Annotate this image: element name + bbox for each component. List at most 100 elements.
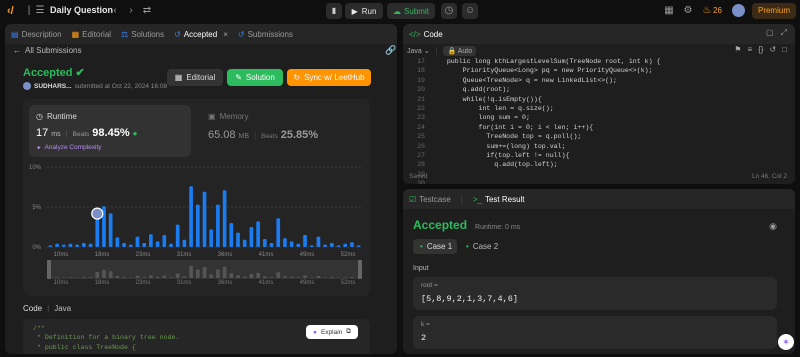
submit-button[interactable]: ☁ Submit [387,3,435,19]
code-line[interactable]: for(int i = 0; i < len; i++){ [431,123,791,132]
user-avatar[interactable] [23,82,31,90]
code-line[interactable]: public long kthLargestLevelSum(TreeNode … [431,57,791,66]
runtime-bar[interactable] [236,232,240,247]
runtime-bar[interactable] [242,239,247,247]
runtime-bar[interactable] [122,243,126,247]
editorial-button[interactable]: ▦ Editorial [167,69,223,86]
avatar[interactable] [732,4,745,17]
premium-button[interactable]: Premium [752,3,796,19]
runtime-bar[interactable] [323,244,327,247]
share-link-icon[interactable]: 🔗 [385,45,396,56]
runtime-bar[interactable] [48,245,53,247]
runtime-bar[interactable] [222,190,227,247]
runtime-bar[interactable] [155,241,160,247]
code-line[interactable]: while(!q.isEmpty()){ [431,95,791,104]
runtime-bar[interactable] [336,245,341,247]
runtime-bar[interactable] [88,243,93,247]
code-line[interactable]: q.add(root); [431,85,791,94]
leetcode-logo-icon[interactable]: ‹/ [7,4,19,18]
memory-label[interactable]: ▣ Memory [208,112,248,121]
runtime-bar[interactable] [82,243,86,247]
runtime-bar[interactable] [135,236,140,247]
runtime-bar[interactable] [356,245,361,247]
view-eye-icon[interactable]: ◉ [769,221,777,232]
code-line[interactable]: Queue<TreeNode> q = new LinkedList<>(); [431,76,791,85]
tab-accepted[interactable]: ↺ Accepted × [174,30,228,39]
runtime-distribution-chart[interactable]: 10% 5% 0% 10ms 10ms 18ms 18ms 23ms 23ms 31ms 31ms 3… [23,159,370,296]
runtime-bar[interactable] [296,243,301,247]
runtime-bar[interactable] [195,204,200,247]
tab-editorial[interactable]: ▦ Editorial [72,30,111,39]
code-line[interactable]: long sum = 0; [431,113,791,122]
copy-icon[interactable]: ⧉ [346,328,351,336]
debug-button[interactable]: ▮ [326,3,342,19]
runtime-bar[interactable] [229,223,234,247]
runtime-card[interactable]: ◷ Runtime 17 ms | Beats 98.45% ● ✦ Analyze… [29,105,191,157]
maximize-icon[interactable]: ▢ [766,28,774,38]
runtime-bar[interactable] [55,243,59,247]
runtime-bar[interactable] [209,229,214,247]
fullscreen-icon[interactable]: ⤢ [781,28,787,38]
problem-list-icon[interactable]: ☰ [33,4,47,18]
run-button[interactable]: ▶ Run [345,3,383,19]
sync-leethub-button[interactable]: ↻ Sync w/ LeetHub [287,69,371,86]
runtime-bar[interactable] [149,234,153,247]
format-icon[interactable]: ≡ [747,45,752,54]
runtime-bar[interactable] [289,241,294,247]
code-line[interactable]: q.add(top.left); [431,160,791,169]
close-icon[interactable]: × [223,30,228,39]
settings-gear-icon[interactable]: ⚙ [681,4,695,18]
runtime-bar[interactable] [75,244,80,247]
settings-icon[interactable]: □ [782,45,787,54]
runtime-bar[interactable] [249,227,254,247]
explain-button[interactable]: ● Explain ⧉ [306,325,358,339]
runtime-bar[interactable] [189,186,193,247]
runtime-bar[interactable] [276,218,281,247]
tab-code[interactable]: </> Code [409,30,443,39]
analyze-complexity-link[interactable]: ✦ Analyze Complexity [36,144,102,152]
runtime-bar[interactable] [303,235,307,247]
solution-button[interactable]: ✎ Solution [227,69,283,86]
language-select[interactable]: Java ⌄ [407,47,430,55]
notes-icon[interactable]: ◷ [441,3,457,19]
runtime-bar[interactable] [316,236,321,247]
code-line[interactable]: TreeNode top = q.poll(); [431,132,791,141]
runtime-bar[interactable] [262,239,267,247]
runtime-bar[interactable] [108,213,113,247]
runtime-bar[interactable] [68,243,73,247]
page-title[interactable]: Daily Question [50,5,113,15]
runtime-bar[interactable] [182,239,187,247]
runtime-bar[interactable] [95,216,100,247]
layout-icon[interactable]: ▦ [662,4,676,18]
tab-test-result[interactable]: >_ Test Result [473,195,525,204]
runtime-bar[interactable] [216,204,220,247]
bookmark-icon[interactable]: ⚑ [734,45,741,54]
runtime-bar[interactable] [115,237,120,247]
runtime-bar[interactable] [162,235,167,247]
tab-solutions[interactable]: ⚖ Solutions [121,30,164,39]
next-problem-icon[interactable]: › [124,4,138,18]
runtime-bar[interactable] [128,244,133,247]
runtime-bar[interactable] [269,243,274,247]
runtime-bar[interactable] [202,191,207,247]
case-2-tab[interactable]: • Case 2 [461,239,505,254]
case-1-tab[interactable]: • Case 1 [413,239,457,254]
runtime-bar[interactable] [283,238,287,247]
runtime-bar[interactable] [175,224,180,247]
all-submissions-link[interactable]: ← All Submissions [13,46,81,55]
runtime-bar[interactable] [61,244,66,247]
code-line[interactable]: PriorityQueue<Long> pq = new PriorityQue… [431,66,791,75]
auto-mode-toggle[interactable]: 🔒 Auto [443,46,477,56]
runtime-bar[interactable] [169,243,173,247]
runtime-bar[interactable] [142,243,147,247]
code-line[interactable]: int len = q.size(); [431,104,791,113]
tab-description[interactable]: ▤ Description [11,30,62,39]
code-line[interactable]: if(top.left != null){ [431,151,791,160]
interview-icon[interactable]: ☺ [462,3,478,19]
shuffle-icon[interactable]: ⇄ [140,4,154,18]
braces-icon[interactable]: {} [758,45,763,54]
runtime-bar[interactable] [329,243,334,247]
tab-submissions[interactable]: ↺ Submissions [238,30,293,39]
runtime-bar[interactable] [350,242,354,247]
code-editor-body[interactable]: public long kthLargestLevelSum(TreeNode … [431,57,791,169]
